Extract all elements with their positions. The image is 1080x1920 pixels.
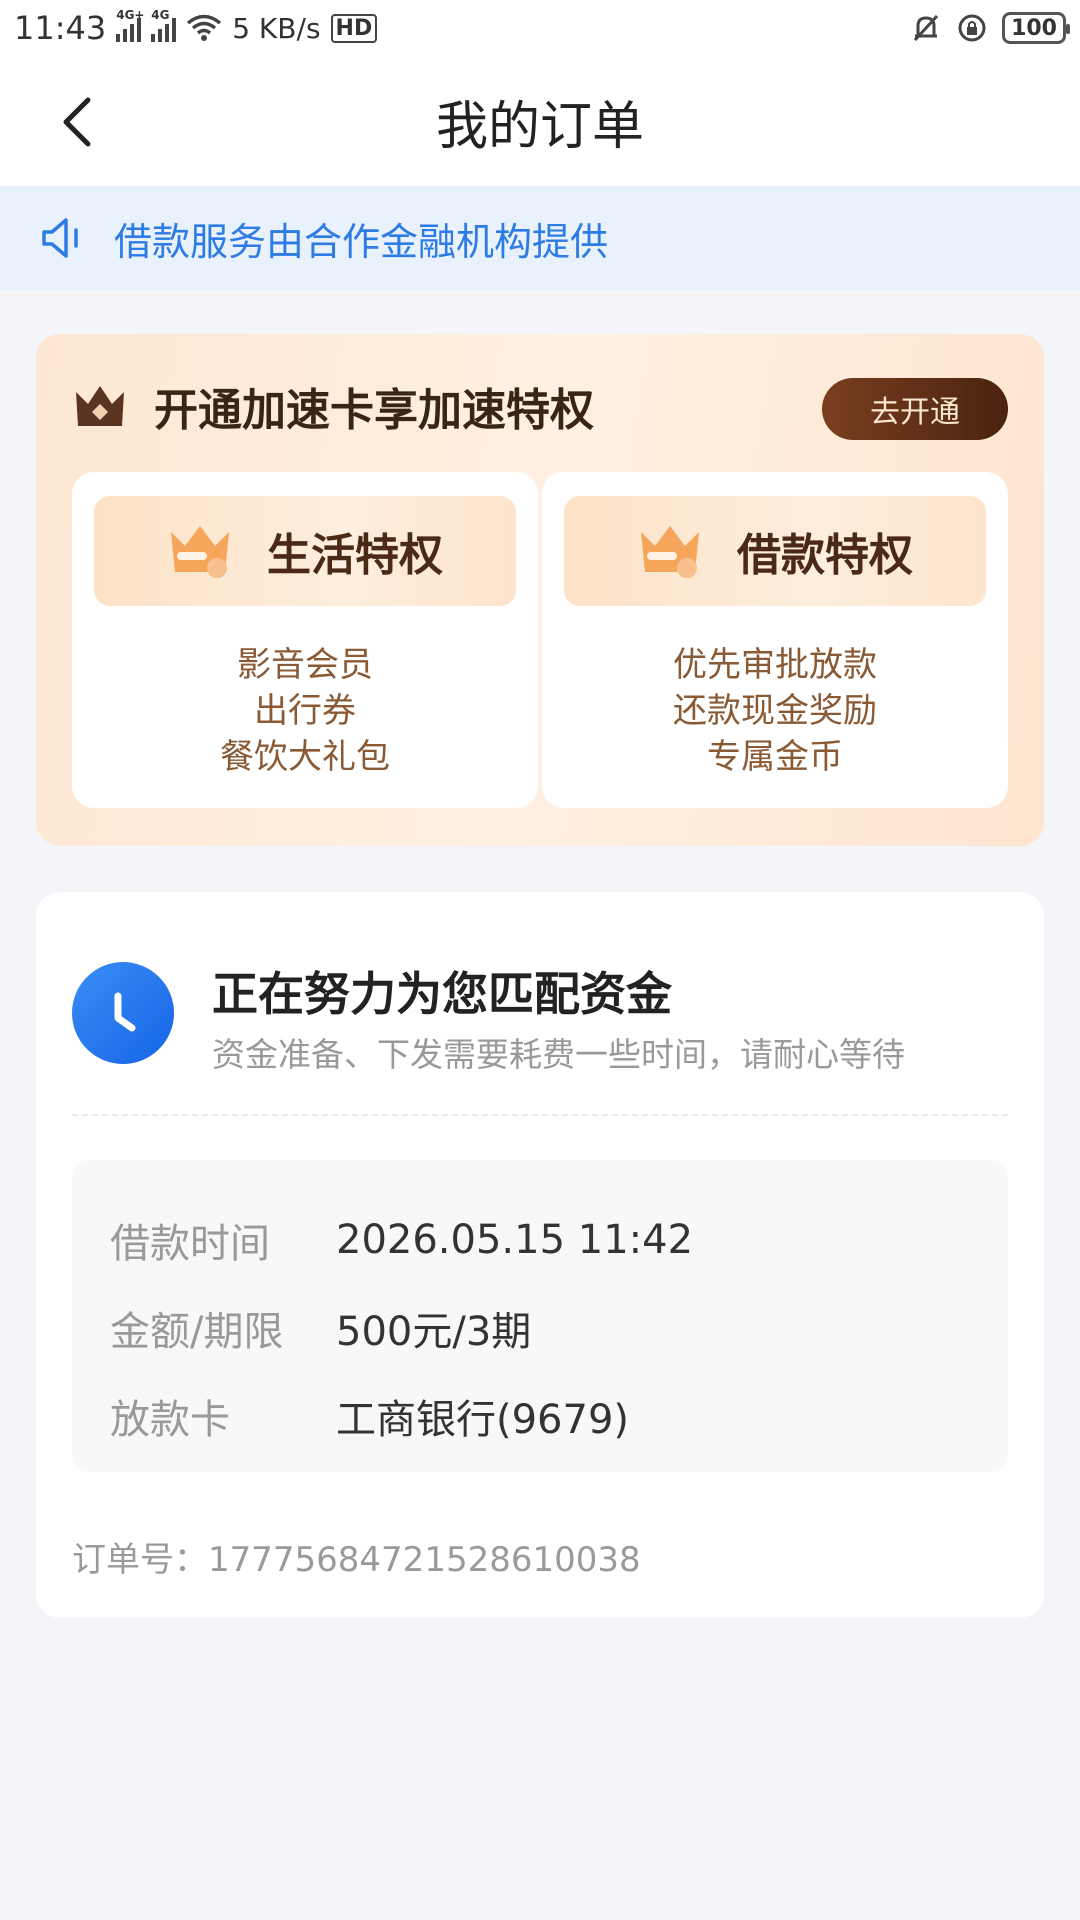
rotation-lock-icon bbox=[958, 14, 986, 42]
privilege-cards: 生活特权 影音会员 出行券 餐饮大礼包 借款特权 优先审批放款 还款现金奖励 专… bbox=[72, 472, 1008, 808]
detail-label: 放款卡 bbox=[110, 1397, 230, 1443]
hd-icon: HD bbox=[330, 13, 378, 43]
bell-muted-icon bbox=[913, 14, 939, 42]
detail-value: 2026.05.15 11:42 bbox=[336, 1217, 694, 1263]
privilege-item: 还款现金奖励 bbox=[673, 691, 877, 731]
privilege-card-loan[interactable]: 借款特权 优先审批放款 还款现金奖励 专属金币 bbox=[542, 472, 1008, 808]
detail-label: 借款时间 bbox=[110, 1221, 270, 1267]
privilege-header: 生活特权 bbox=[94, 496, 516, 606]
privilege-item: 出行券 bbox=[254, 691, 356, 731]
order-details: 借款时间 2026.05.15 11:42 金额/期限 500元/3期 放款卡 … bbox=[72, 1160, 1008, 1472]
status-bar-left: 11:43 4G+ 4G 5 KB/s HD bbox=[14, 8, 378, 47]
privilege-card-life[interactable]: 生活特权 影音会员 出行券 餐饮大礼包 bbox=[72, 472, 538, 808]
detail-row: 借款时间 2026.05.15 11:42 bbox=[72, 1196, 1008, 1284]
notice-bar: 借款服务由合作金融机构提供 bbox=[0, 186, 1080, 290]
promo-header: 开通加速卡享加速特权 bbox=[72, 374, 594, 438]
status-title: 正在努力为您匹配资金 bbox=[212, 967, 672, 1021]
crown-icon bbox=[76, 386, 124, 426]
detail-row: 放款卡 工商银行(9679) bbox=[72, 1372, 1008, 1460]
network-speed: 5 KB/s bbox=[232, 11, 321, 45]
order-number: 订单号：17775684721528610038 bbox=[72, 1540, 641, 1580]
order-status-card: 正在努力为您匹配资金 资金准备、下发需要耗费一些时间，请耐心等待 借款时间 20… bbox=[36, 892, 1044, 1618]
privilege-item: 优先审批放款 bbox=[673, 645, 877, 685]
status-bar: 11:43 4G+ 4G 5 KB/s HD 100 bbox=[0, 0, 1080, 56]
crown-icon bbox=[171, 526, 229, 578]
signal-icon-sim2: 4G bbox=[151, 8, 177, 42]
detail-value: 500元/3期 bbox=[336, 1309, 532, 1355]
detail-label: 金额/期限 bbox=[110, 1309, 284, 1355]
privilege-header: 借款特权 bbox=[564, 496, 986, 606]
speaker-icon bbox=[42, 218, 78, 258]
privilege-list: 优先审批放款 还款现金奖励 专属金币 bbox=[542, 642, 1008, 780]
privilege-name: 借款特权 bbox=[737, 530, 913, 581]
divider bbox=[72, 1114, 1008, 1116]
signal-icon-sim1: 4G+ bbox=[116, 8, 144, 42]
wifi-icon bbox=[187, 14, 222, 41]
back-button[interactable] bbox=[48, 92, 108, 152]
status-subtitle: 资金准备、下发需要耗费一些时间，请耐心等待 bbox=[212, 1035, 905, 1074]
privilege-item: 餐饮大礼包 bbox=[220, 737, 390, 777]
nav-bar: 我的订单 bbox=[0, 56, 1080, 186]
page-title: 我的订单 bbox=[435, 96, 644, 157]
chevron-left-icon bbox=[63, 97, 91, 147]
detail-value: 工商银行(9679) bbox=[336, 1397, 630, 1443]
promo-title: 开通加速卡享加速特权 bbox=[154, 385, 594, 436]
notice-text: 借款服务由合作金融机构提供 bbox=[114, 219, 609, 264]
acceleration-card-promo: 开通加速卡享加速特权 去开通 生活特权 影音会员 出行券 餐饮大礼包 借款特权 … bbox=[36, 334, 1044, 846]
detail-row: 金额/期限 500元/3期 bbox=[72, 1284, 1008, 1372]
status-bar-right: 100 bbox=[910, 12, 1070, 44]
privilege-name: 生活特权 bbox=[267, 530, 443, 581]
crown-icon bbox=[641, 526, 699, 578]
activate-button[interactable]: 去开通 bbox=[822, 378, 1008, 440]
privilege-item: 影音会员 bbox=[237, 645, 373, 685]
privilege-list: 影音会员 出行券 餐饮大礼包 bbox=[72, 642, 538, 780]
status-time: 11:43 bbox=[14, 9, 107, 47]
privilege-item: 专属金币 bbox=[707, 737, 843, 777]
battery-icon: 100 bbox=[1002, 12, 1070, 44]
clock-icon bbox=[72, 962, 174, 1064]
